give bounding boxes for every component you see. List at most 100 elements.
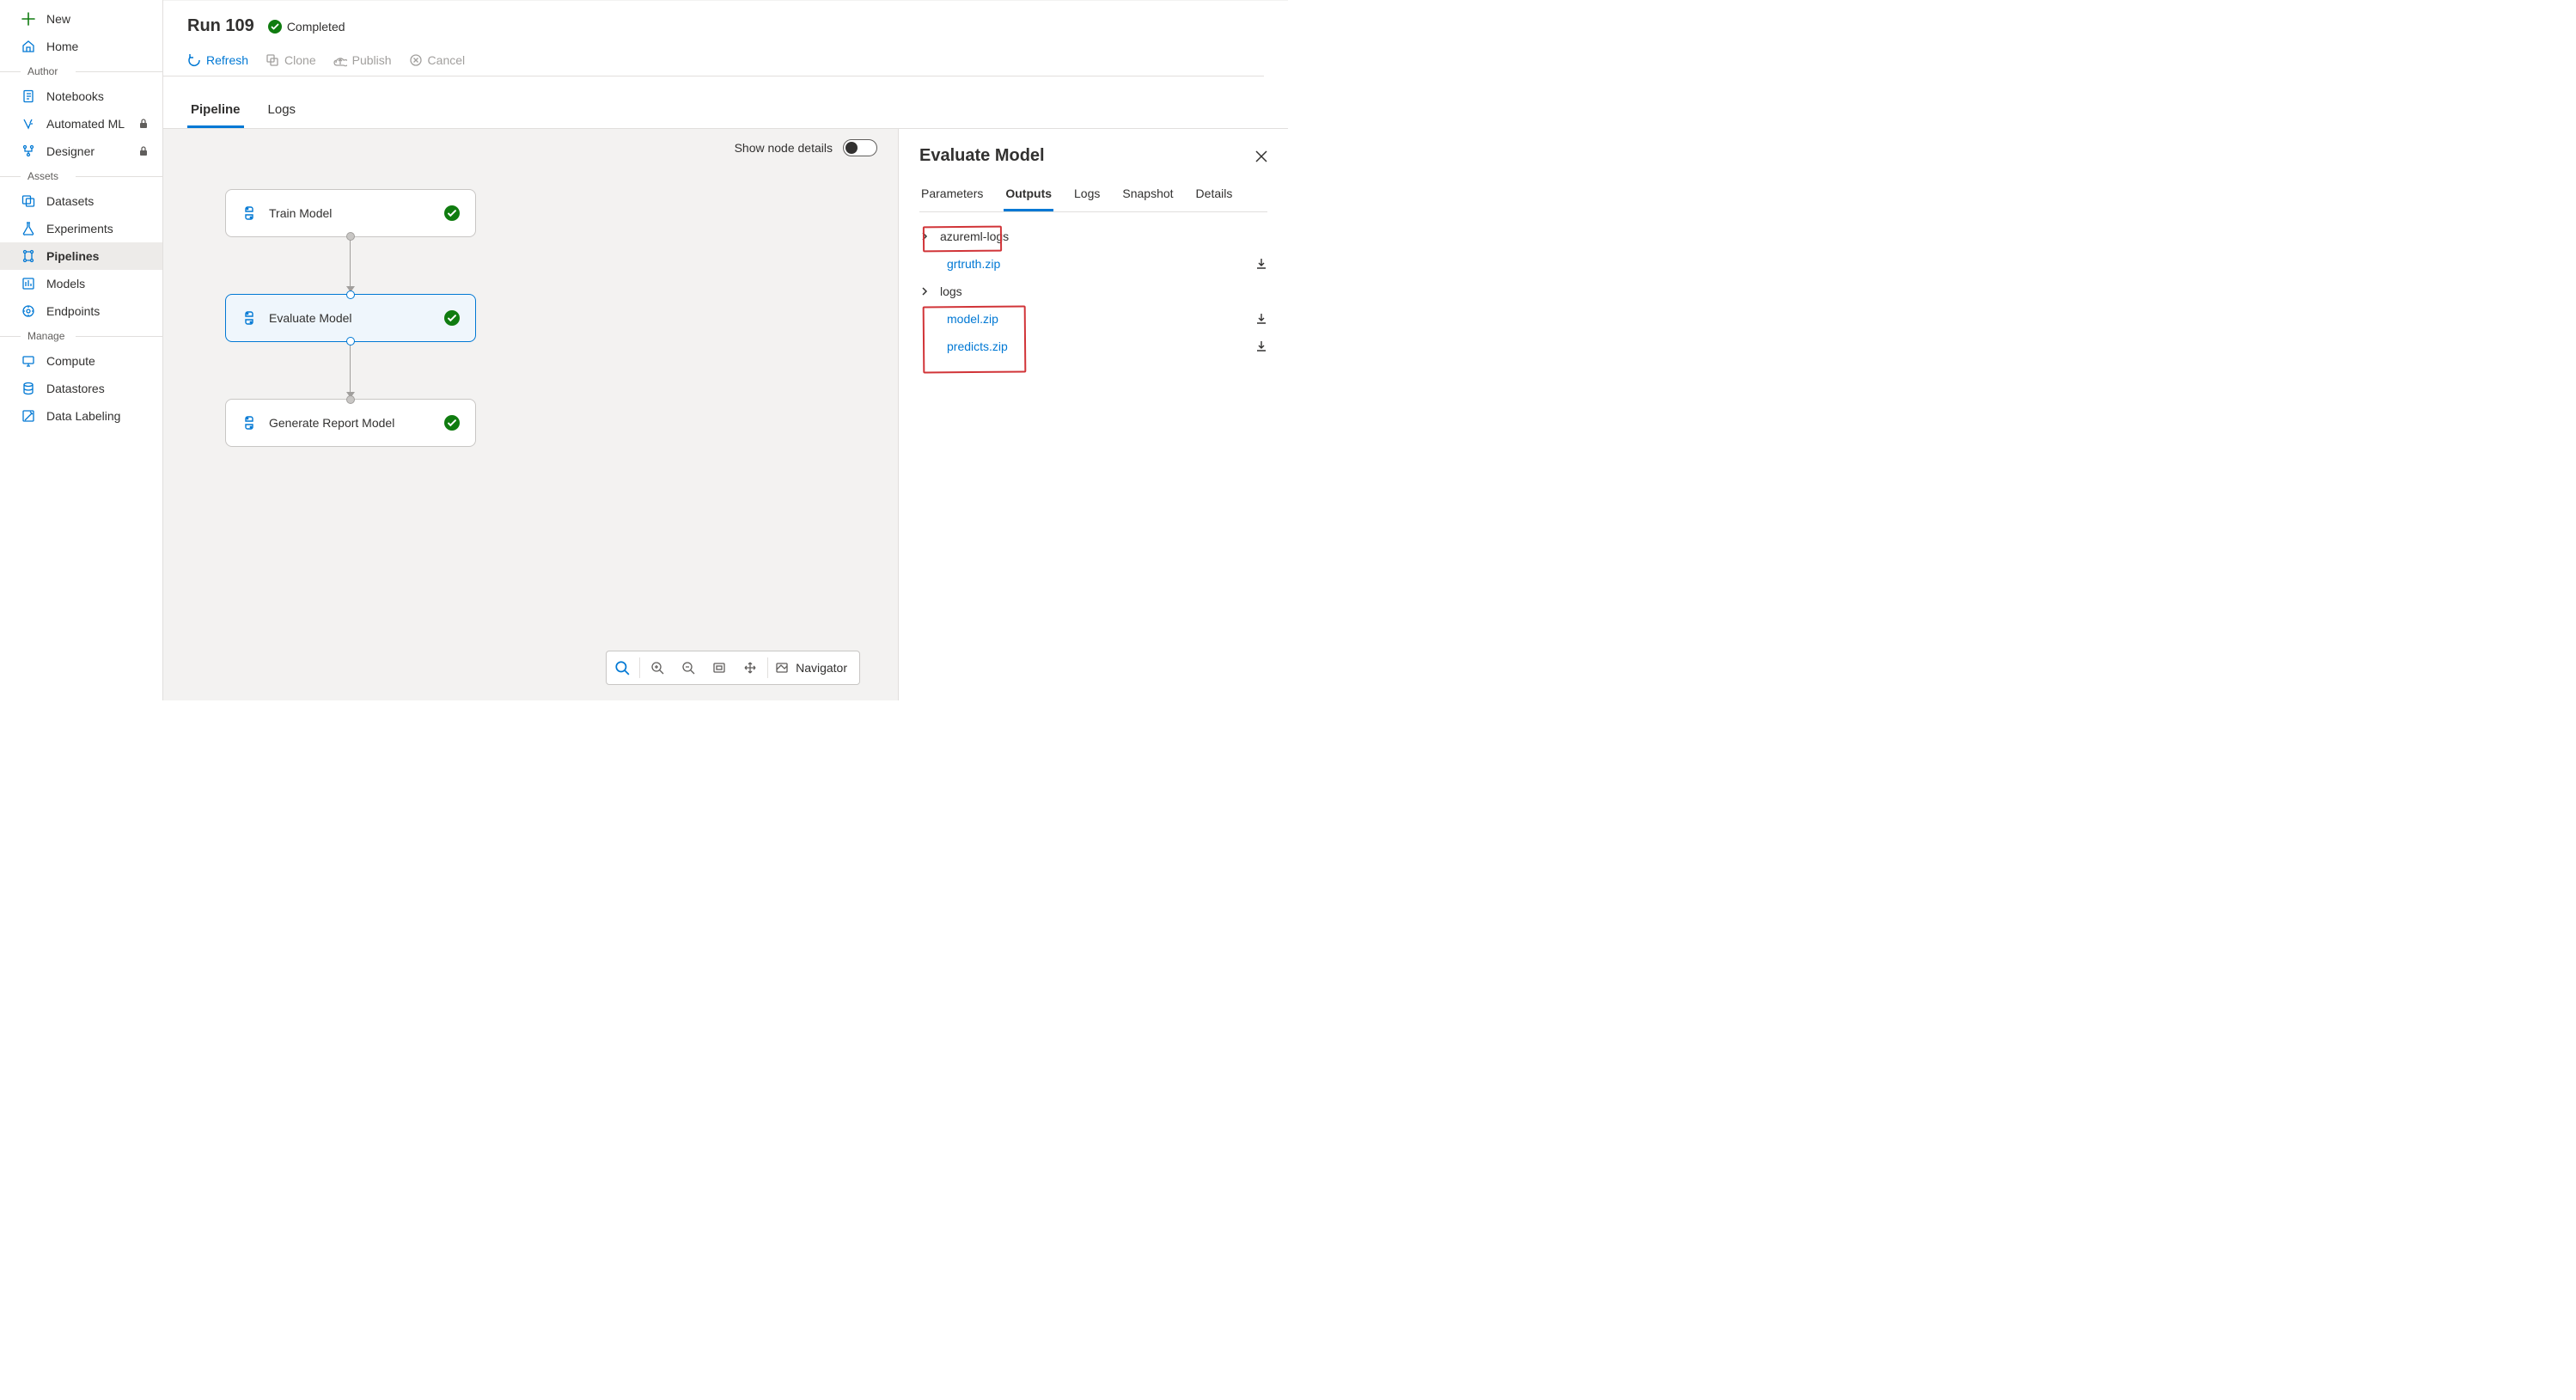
panel-tab-details[interactable]: Details	[1194, 181, 1235, 211]
sidebar-item-datastores[interactable]: Datastores	[0, 375, 162, 402]
output-port[interactable]	[346, 232, 355, 241]
pipeline-canvas[interactable]: Show node details Train Model	[163, 129, 898, 700]
canvas-toolbar: Navigator	[606, 651, 860, 685]
node-label: Evaluate Model	[269, 311, 352, 325]
notebook-icon	[21, 89, 36, 104]
panel-tab-snapshot[interactable]: Snapshot	[1120, 181, 1175, 211]
check-circle-icon	[444, 415, 460, 431]
panel-tab-parameters[interactable]: Parameters	[919, 181, 985, 211]
file-link[interactable]: model.zip	[947, 312, 998, 326]
folder-label: logs	[940, 284, 962, 298]
sidebar-item-designer[interactable]: Designer	[0, 138, 162, 165]
sidebar-section-author: Author	[0, 60, 162, 83]
sidebar-item-data-labeling[interactable]: Data Labeling	[0, 402, 162, 430]
input-port[interactable]	[346, 290, 355, 299]
download-icon[interactable]	[1255, 340, 1267, 352]
chevron-right-icon	[919, 231, 930, 241]
sidebar-item-label: Datastores	[46, 382, 105, 395]
sidebar-item-compute[interactable]: Compute	[0, 347, 162, 375]
sidebar-section-manage: Manage	[0, 325, 162, 347]
pipeline-graph: Train Model Evaluate Model	[225, 189, 476, 504]
python-icon	[241, 205, 257, 221]
sidebar-item-label: Designer	[46, 144, 95, 158]
publish-button[interactable]: Publish	[333, 53, 392, 67]
toggle-knob	[845, 142, 858, 154]
endpoints-icon	[21, 303, 36, 319]
node-label: Generate Report Model	[269, 416, 394, 430]
sidebar-item-home[interactable]: Home	[0, 33, 162, 60]
file-link[interactable]: predicts.zip	[947, 339, 1008, 353]
zoom-out-button[interactable]	[673, 651, 704, 684]
tree-file-predicts[interactable]: predicts.zip	[919, 333, 1267, 360]
sidebar-item-endpoints[interactable]: Endpoints	[0, 297, 162, 325]
python-icon	[241, 415, 257, 431]
data-labeling-icon	[21, 408, 36, 424]
sidebar-item-new[interactable]: New	[0, 5, 162, 33]
tab-logs[interactable]: Logs	[265, 97, 300, 128]
sidebar-item-datasets[interactable]: Datasets	[0, 187, 162, 215]
search-button[interactable]	[607, 651, 638, 684]
check-circle-icon	[268, 20, 282, 34]
details-panel: Evaluate Model Parameters Outputs Logs S…	[898, 129, 1288, 700]
flask-icon	[21, 221, 36, 236]
check-circle-icon	[444, 205, 460, 221]
tree-file-grtruth[interactable]: grtruth.zip	[919, 250, 1267, 278]
tree-file-model[interactable]: model.zip	[919, 305, 1267, 333]
pan-button[interactable]	[735, 651, 766, 684]
sidebar-item-label: Datasets	[46, 194, 94, 208]
node-generate-report-model[interactable]: Generate Report Model	[225, 399, 476, 447]
action-label: Publish	[352, 53, 392, 67]
zoom-in-button[interactable]	[642, 651, 673, 684]
python-icon	[241, 310, 257, 326]
download-icon[interactable]	[1255, 313, 1267, 325]
sidebar-section-assets: Assets	[0, 165, 162, 187]
show-node-details-toggle-row: Show node details	[735, 139, 877, 156]
sidebar-item-models[interactable]: Models	[0, 270, 162, 297]
models-icon	[21, 276, 36, 291]
refresh-button[interactable]: Refresh	[187, 53, 248, 67]
designer-icon	[21, 144, 36, 159]
sidebar-item-label: Pipelines	[46, 249, 99, 263]
fit-screen-button[interactable]	[704, 651, 735, 684]
sidebar-item-experiments[interactable]: Experiments	[0, 215, 162, 242]
automated-ml-icon	[21, 116, 36, 131]
chevron-right-icon	[919, 286, 930, 297]
output-port[interactable]	[346, 337, 355, 345]
folder-label: azureml-logs	[940, 229, 1009, 243]
tree-folder-azureml-logs[interactable]: azureml-logs	[919, 223, 1267, 250]
sidebar-item-label: Compute	[46, 354, 95, 368]
sidebar-item-pipelines[interactable]: Pipelines	[0, 242, 162, 270]
status-badge: Completed	[268, 20, 345, 34]
sidebar-item-label: Notebooks	[46, 89, 104, 103]
workspace: Show node details Train Model	[163, 128, 1288, 700]
close-button[interactable]	[1255, 150, 1267, 162]
datasets-icon	[21, 193, 36, 209]
sidebar-item-automated-ml[interactable]: Automated ML	[0, 110, 162, 138]
check-circle-icon	[444, 310, 460, 326]
cancel-button[interactable]: Cancel	[409, 53, 466, 67]
sidebar-item-label: Experiments	[46, 222, 113, 235]
panel-title: Evaluate Model	[919, 146, 1045, 166]
action-label: Refresh	[206, 53, 248, 67]
compute-icon	[21, 353, 36, 369]
clone-icon	[266, 53, 279, 67]
download-icon[interactable]	[1255, 258, 1267, 270]
input-port[interactable]	[346, 395, 355, 404]
node-train-model[interactable]: Train Model	[225, 189, 476, 237]
tab-pipeline[interactable]: Pipeline	[187, 97, 244, 128]
panel-tab-logs[interactable]: Logs	[1072, 181, 1102, 211]
home-icon	[21, 39, 36, 54]
show-node-details-toggle[interactable]	[843, 139, 877, 156]
lock-icon	[138, 119, 149, 129]
sidebar-item-label: Endpoints	[46, 304, 100, 318]
clone-button[interactable]: Clone	[266, 53, 316, 67]
file-link[interactable]: grtruth.zip	[947, 257, 1000, 271]
tree-folder-logs[interactable]: logs	[919, 278, 1267, 305]
sidebar-item-label: Automated ML	[46, 117, 125, 131]
sidebar-item-label: New	[46, 12, 70, 26]
refresh-icon	[187, 53, 201, 67]
node-evaluate-model[interactable]: Evaluate Model	[225, 294, 476, 342]
sidebar-item-notebooks[interactable]: Notebooks	[0, 83, 162, 110]
panel-tab-outputs[interactable]: Outputs	[1004, 181, 1053, 211]
navigator-button[interactable]: Navigator	[770, 661, 859, 675]
